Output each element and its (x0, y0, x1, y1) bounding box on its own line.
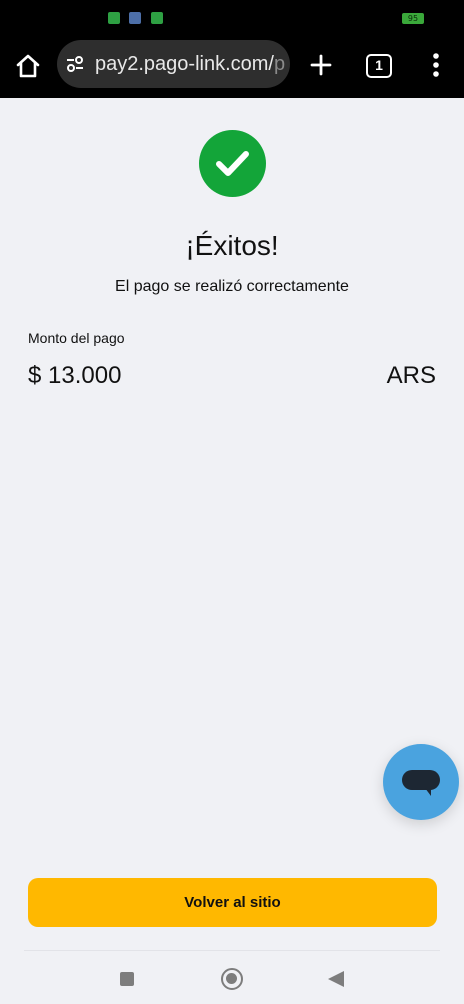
home-icon (16, 54, 40, 78)
page-content: ¡Éxitos! El pago se realizó correctament… (0, 98, 464, 950)
battery-icon: 95 (402, 13, 424, 24)
back-to-site-button[interactable]: Volver al sitio (28, 878, 437, 927)
new-tab-button[interactable] (305, 49, 337, 81)
success-subtitle: El pago se realizó correctamente (115, 278, 349, 295)
notification-icon (108, 12, 120, 24)
chat-icon (402, 770, 440, 790)
plus-icon (310, 54, 332, 76)
amount-label: Monto del pago (28, 330, 125, 346)
tabs-button[interactable]: 1 (366, 54, 392, 78)
chat-button[interactable] (383, 744, 459, 820)
home-circle-icon[interactable] (221, 968, 243, 990)
url-text: pay2.pago-link.com/p (95, 53, 286, 75)
status-bar: 95 (0, 0, 464, 34)
notification-icon (151, 12, 163, 24)
success-title: ¡Éxitos! (185, 230, 279, 261)
home-button[interactable] (12, 50, 44, 82)
more-vert-button[interactable] (424, 50, 448, 82)
back-icon[interactable] (328, 971, 344, 987)
tune-icon[interactable] (65, 54, 85, 74)
system-nav-bar (0, 951, 464, 1004)
browser-toolbar: pay2.pago-link.com/p 1 (0, 34, 464, 98)
currency-code: ARS (386, 362, 436, 389)
more-vert-icon (433, 53, 439, 77)
chat-icon-tail (425, 788, 431, 796)
checkmark-icon (199, 130, 266, 197)
notification-icon (129, 12, 141, 24)
address-bar[interactable]: pay2.pago-link.com/p (57, 40, 290, 88)
recents-icon[interactable] (120, 972, 134, 986)
amount-value: $ 13.000 (28, 362, 122, 389)
